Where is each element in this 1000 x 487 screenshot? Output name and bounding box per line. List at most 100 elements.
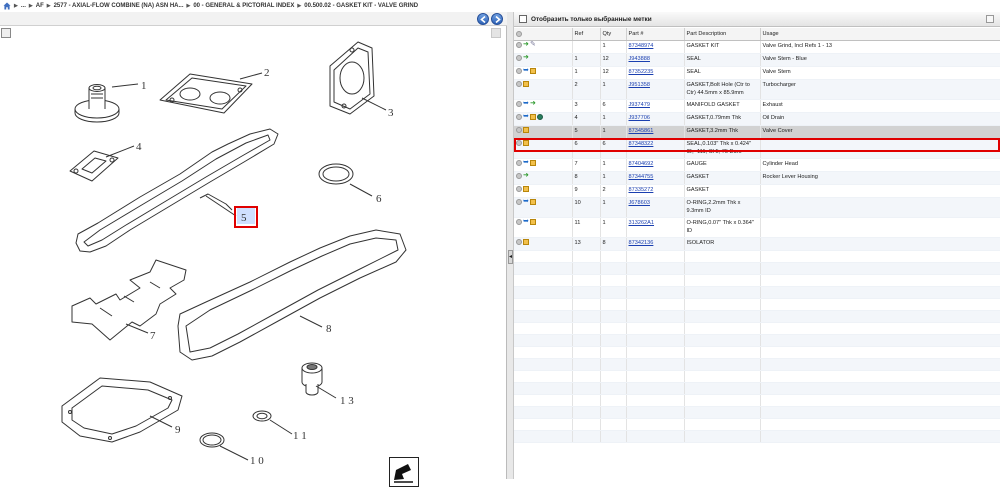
ref-cell: 8: [574, 173, 578, 180]
part-number-link[interactable]: J678603: [629, 200, 650, 206]
home-icon[interactable]: [3, 2, 11, 10]
part-6-seal-drawing[interactable]: [318, 163, 354, 185]
table-row[interactable]: 2 1 J951358 GASKET,Bolt Hole (Ctr to Ctr) 4…: [514, 79, 1000, 100]
table-row[interactable]: 6 6 87348322 SEAL,0.103" Thk x 0.424" ID, -…: [514, 138, 1000, 159]
callout-3[interactable]: 3: [388, 107, 394, 119]
table-row[interactable]: ➜ 1 12 J943888 SEAL Valve Stem - Blue: [514, 53, 1000, 67]
part-number-link[interactable]: 87335272: [629, 187, 654, 193]
column-header-qty[interactable]: Qty: [600, 28, 627, 41]
callout-10[interactable]: 1 0: [250, 455, 264, 467]
circle-icon[interactable]: [516, 239, 522, 246]
table-row[interactable]: ➥ 1 12 87352235 SEAL Valve Stem: [514, 66, 1000, 80]
ref-cell: 10: [574, 199, 581, 206]
part-number-link[interactable]: 87348322: [629, 141, 654, 147]
callout-4[interactable]: 4: [136, 141, 142, 153]
circle-icon[interactable]: [516, 101, 522, 108]
column-header-description[interactable]: Part Description: [684, 28, 761, 41]
part-7-gauge-drawing[interactable]: [71, 259, 187, 341]
table-row[interactable]: ➜✎ 1 87348974 GASKET KIT Valve Grind, Incl R…: [514, 40, 1000, 54]
page-arrow-icon[interactable]: [389, 457, 419, 487]
part-5-valve-cover-gasket-drawing[interactable]: [75, 128, 279, 253]
empty-cell: [514, 406, 573, 419]
part-10-o-ring-drawing[interactable]: [199, 432, 225, 448]
empty-row: [514, 394, 1000, 407]
circle-icon[interactable]: [516, 199, 522, 206]
circle-icon[interactable]: [516, 160, 522, 167]
part-number-link[interactable]: J937706: [629, 115, 650, 121]
part-1-seal-drawing[interactable]: [74, 84, 120, 123]
table-row[interactable]: ➜ 8 1 87344755 GASKET Rocker Lever Housing: [514, 171, 1000, 185]
part-number-link[interactable]: J951358: [629, 82, 650, 88]
circle-icon[interactable]: [516, 219, 522, 226]
table-row[interactable]: 9 2 87335272 GASKET: [514, 184, 1000, 198]
table-row[interactable]: ➥ 10 1 J678603 O-RING,2.2mm Thk x 9.3mm ID: [514, 197, 1000, 218]
callout-7[interactable]: 7: [150, 330, 156, 342]
callout-11[interactable]: 1 1: [293, 430, 307, 442]
description-cell-container: SEAL: [684, 66, 761, 80]
ref-cell-container: 3: [572, 99, 601, 113]
breadcrumb-item[interactable]: AF: [36, 3, 44, 9]
breadcrumb-item[interactable]: 00 - GENERAL & PICTORIAL INDEX: [193, 3, 294, 9]
empty-cell: [572, 370, 601, 383]
table-row[interactable]: 13 8 87342136 ISOLATOR: [514, 237, 1000, 251]
part-11-o-ring-drawing[interactable]: [252, 410, 272, 422]
part-number-link[interactable]: 87342136: [629, 240, 654, 246]
circle-icon[interactable]: [516, 140, 522, 147]
export-icon[interactable]: [986, 15, 994, 23]
table-row[interactable]: ➥ 4 1 J937706 GASKET,0.79mm Thk Oil Drain: [514, 112, 1000, 126]
ref-cell-container: 6: [572, 138, 601, 159]
circle-icon[interactable]: [516, 68, 522, 75]
callout-6[interactable]: 6: [376, 193, 382, 205]
ref-cell: 9: [574, 186, 578, 193]
column-header-select[interactable]: [514, 28, 573, 41]
ref-cell-container: 9: [572, 184, 601, 198]
circle-icon[interactable]: [516, 173, 522, 180]
part-number-link[interactable]: 87352235: [629, 69, 654, 75]
show-selected-only-checkbox[interactable]: [519, 15, 527, 23]
next-page-button[interactable]: [491, 13, 503, 25]
part-8-gasket-drawing[interactable]: [177, 229, 407, 361]
part-number-link[interactable]: 313262A1: [629, 220, 655, 226]
blue-arrow-icon: ➥: [523, 113, 529, 121]
description-cell-container: GASKET KIT: [684, 40, 761, 54]
circle-icon[interactable]: [516, 55, 522, 62]
part-3-manifold-gasket-drawing[interactable]: [329, 41, 375, 115]
part-9-gasket-drawing[interactable]: [61, 377, 183, 443]
qty-cell: 6: [602, 101, 606, 108]
part-number-link[interactable]: 87345861: [629, 128, 654, 134]
part-number-link[interactable]: 87344755: [629, 174, 654, 180]
table-row[interactable]: ➥➜ 3 6 J937479 MANIFOLD GASKET Exhaust: [514, 99, 1000, 113]
part-number-link[interactable]: 87348974: [629, 43, 654, 49]
circle-icon[interactable]: [516, 42, 522, 49]
part-number-link[interactable]: J943888: [629, 56, 650, 62]
breadcrumb-item[interactable]: 2577 - AXIAL-FLOW COMBINE (NA) ASN HA...: [54, 3, 184, 9]
callout-1[interactable]: 1: [141, 80, 147, 92]
collapse-arrow-icon[interactable]: ◂: [508, 250, 513, 264]
empty-cell: [514, 334, 573, 347]
previous-page-button[interactable]: [477, 13, 489, 25]
callout-8[interactable]: 8: [326, 323, 332, 335]
column-header-ref[interactable]: Ref: [572, 28, 601, 41]
part-number-link[interactable]: J937479: [629, 102, 650, 108]
circle-icon[interactable]: [516, 186, 522, 193]
circle-icon[interactable]: [516, 127, 522, 134]
part-2-gasket-drawing[interactable]: [159, 73, 253, 114]
empty-cell: [600, 394, 627, 407]
table-row[interactable]: ➥ 11 1 313262A1 O-RING,0.07" Thk x 0.364" ID: [514, 217, 1000, 238]
circle-icon[interactable]: [516, 81, 522, 88]
column-header-part[interactable]: Part #: [626, 28, 685, 41]
circle-icon[interactable]: [516, 114, 522, 121]
column-header-usage[interactable]: Usage: [760, 28, 1000, 41]
box-icon: [530, 199, 536, 206]
part-number-link[interactable]: 87404692: [629, 161, 654, 167]
table-row[interactable]: 5 1 87345861 GASKET,3.2mm Thk Valve Cover: [514, 125, 1000, 139]
part-13-isolator-drawing[interactable]: [301, 362, 323, 396]
callout-9[interactable]: 9: [175, 424, 181, 436]
panel-splitter[interactable]: ◂: [507, 12, 514, 479]
callout-13[interactable]: 1 3: [340, 395, 354, 407]
empty-cell: [514, 394, 573, 407]
breadcrumb-item[interactable]: ...: [21, 3, 26, 9]
description-cell-container: O-RING,0.07" Thk x 0.364" ID: [684, 217, 761, 238]
callout-2[interactable]: 2: [264, 67, 270, 79]
table-row[interactable]: ➥ 7 1 87404692 GAUGE Cylinder Head: [514, 158, 1000, 172]
